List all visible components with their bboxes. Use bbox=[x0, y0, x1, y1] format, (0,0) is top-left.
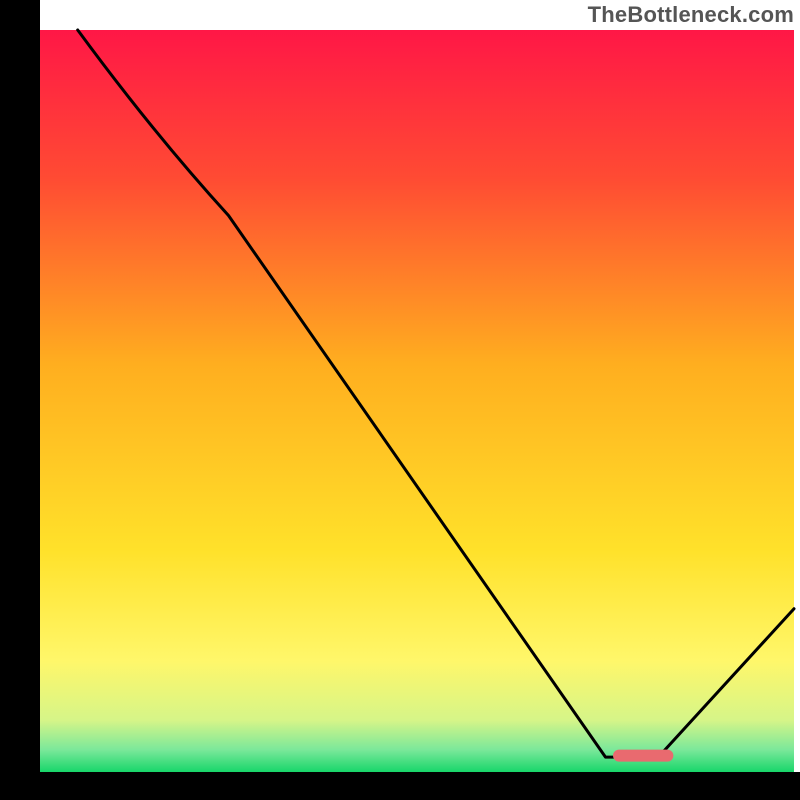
plot-background bbox=[40, 30, 794, 772]
watermark-text: TheBottleneck.com bbox=[588, 2, 794, 28]
optimal-range-marker bbox=[613, 750, 673, 762]
bottleneck-chart bbox=[0, 0, 800, 800]
chart-frame: TheBottleneck.com bbox=[0, 0, 800, 800]
